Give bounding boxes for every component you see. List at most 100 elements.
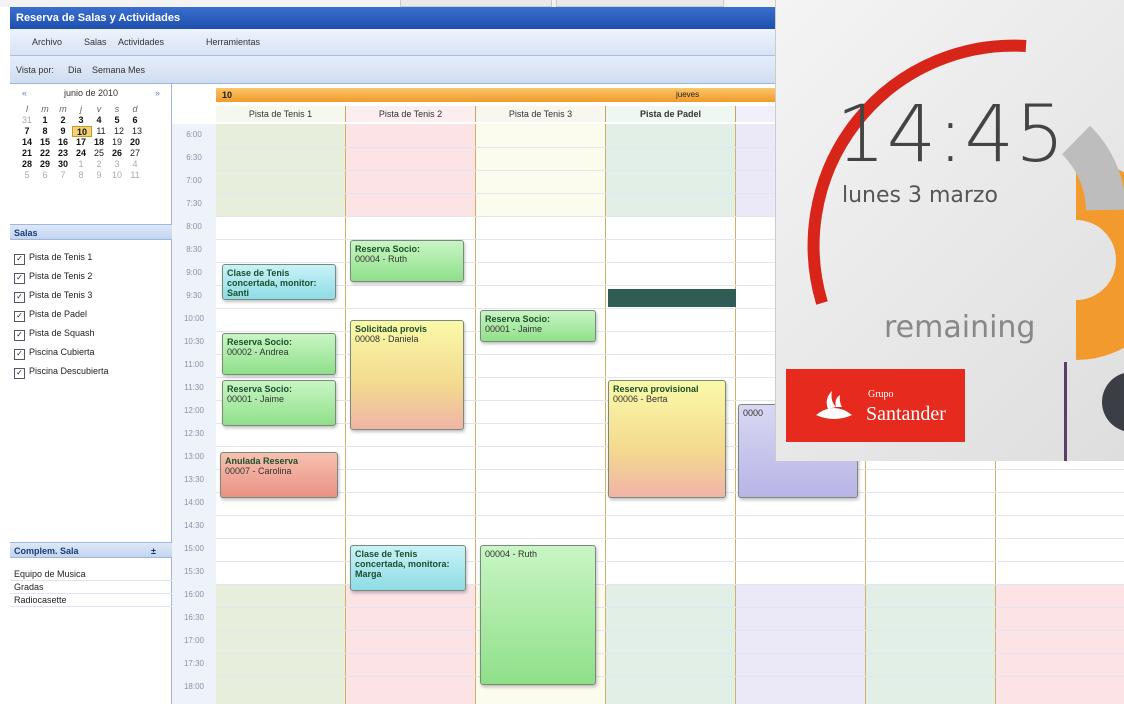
calendar-day[interactable]: 12 — [110, 126, 128, 137]
column-header-tenis2[interactable]: Pista de Tenis 2 — [346, 106, 476, 122]
sala-checkbox[interactable]: ✓ Pista de Padel — [14, 306, 87, 322]
appointment[interactable]: Reserva Socio: 00001 - Jaime — [222, 380, 336, 426]
appointment[interactable]: Anulada Reserva 00007 - Carolina — [220, 452, 338, 498]
calendar-day[interactable]: 9 — [54, 126, 72, 137]
calendar-day[interactable]: 26 — [108, 148, 126, 159]
calendar-day[interactable]: 27 — [126, 148, 144, 159]
checkmark-icon[interactable]: ✓ — [14, 292, 25, 303]
sala-checkbox[interactable]: ✓ Pista de Tenis 2 — [14, 268, 92, 284]
appointment[interactable]: Clase de Tenis concertada, monitor: Sant… — [222, 264, 336, 300]
checkmark-icon[interactable]: ✓ — [14, 349, 25, 360]
calendar-day[interactable]: 23 — [54, 148, 72, 159]
calendar-day[interactable]: 18 — [90, 137, 108, 148]
menu-archivo[interactable]: Archivo — [32, 37, 62, 47]
column-header-padel[interactable]: Pista de Padel — [606, 106, 736, 122]
sala-checkbox[interactable]: ✓ Piscina Cubierta — [14, 344, 95, 360]
calendar-day[interactable]: 29 — [36, 159, 54, 170]
checkmark-icon[interactable]: ✓ — [14, 330, 25, 341]
calendar-day-selected[interactable]: 10 — [72, 126, 92, 137]
calendar-day[interactable]: 5 — [108, 115, 126, 126]
calendar-day[interactable]: 3 — [72, 115, 90, 126]
complemento-item[interactable]: Equipo de Musica — [10, 568, 172, 581]
checkmark-icon[interactable]: ✓ — [14, 273, 25, 284]
calendar-day[interactable]: 4 — [126, 159, 144, 170]
view-day-button[interactable]: Dia — [68, 65, 82, 75]
checkmark-icon[interactable]: ✓ — [14, 368, 25, 379]
menu-herramientas[interactable]: Herramientas — [206, 37, 260, 47]
calendar-week: 31 1 2 3 4 5 6 — [18, 115, 168, 126]
collapse-toggle[interactable]: ± — [151, 543, 156, 559]
calendar-day[interactable]: 7 — [54, 170, 72, 181]
day-name: jueves — [676, 90, 700, 99]
calendar-day[interactable]: 21 — [18, 148, 36, 159]
calendar-day[interactable]: 4 — [90, 115, 108, 126]
calendar-day[interactable]: 25 — [90, 148, 108, 159]
top-button-2[interactable] — [556, 0, 724, 7]
sala-checkbox[interactable]: ✓ Pista de Squash — [14, 325, 95, 341]
calendar-day[interactable]: 22 — [36, 148, 54, 159]
calendar-day[interactable]: 5 — [18, 170, 36, 181]
calendar-day[interactable]: 11 — [126, 170, 144, 181]
calendar-day[interactable]: 31 — [18, 115, 36, 126]
top-button-1[interactable] — [400, 0, 552, 7]
view-month-button[interactable]: Mes — [128, 65, 145, 75]
calendar-month-label: junio de 2010 — [63, 88, 119, 98]
calendar-day[interactable]: 2 — [54, 115, 72, 126]
time-label: 16:00 — [183, 590, 205, 599]
calendar-next-button[interactable]: » — [155, 88, 160, 98]
calendar-day[interactable]: 8 — [36, 126, 54, 137]
calendar-day[interactable]: 19 — [108, 137, 126, 148]
sala-checkbox[interactable]: ✓ Pista de Tenis 3 — [14, 287, 92, 303]
complemento-item[interactable]: Gradas — [10, 581, 172, 594]
calendar-day[interactable]: 9 — [90, 170, 108, 181]
calendar-day[interactable]: 2 — [90, 159, 108, 170]
calendar-day[interactable]: 7 — [18, 126, 36, 137]
sala-checkbox[interactable]: ✓ Piscina Descubierta — [14, 363, 109, 379]
calendar-day[interactable]: 24 — [72, 148, 90, 159]
checkmark-icon[interactable]: ✓ — [14, 254, 25, 265]
calendar-day[interactable]: 11 — [92, 126, 110, 137]
sala-label: Pista de Squash — [29, 328, 95, 338]
time-label: 15:00 — [183, 544, 205, 553]
menu-actividades[interactable]: Actividades — [118, 37, 164, 47]
calendar-day[interactable]: 1 — [72, 159, 90, 170]
santander-logo: Grupo Santander — [786, 369, 965, 442]
appointment[interactable]: 00004 - Ruth — [480, 545, 596, 685]
left-panel: « junio de 2010 » l m m j v s d 31 1 2 3… — [10, 84, 172, 704]
calendar-day[interactable]: 16 — [54, 137, 72, 148]
reserved-block[interactable] — [608, 289, 736, 307]
calendar-day[interactable]: 14 — [18, 137, 36, 148]
calendar-day[interactable]: 30 — [54, 159, 72, 170]
calendar-day[interactable]: 6 — [126, 115, 144, 126]
calendar-day[interactable]: 8 — [72, 170, 90, 181]
time-label: 11:00 — [184, 360, 204, 369]
menu-salas[interactable]: Salas — [84, 37, 107, 47]
calendar-day[interactable]: 20 — [126, 137, 144, 148]
appointment[interactable]: Reserva Socio: 00004 - Ruth — [350, 240, 464, 282]
calendar-day[interactable]: 17 — [72, 137, 90, 148]
checkmark-icon[interactable]: ✓ — [14, 311, 25, 322]
appointment[interactable]: Reserva provisional 00006 - Berta — [608, 380, 726, 498]
appointment[interactable]: Reserva Socio: 00002 - Andrea — [222, 333, 336, 375]
column-header-tenis3[interactable]: Pista de Tenis 3 — [476, 106, 606, 122]
calendar-day[interactable]: 15 — [36, 137, 54, 148]
view-week-button[interactable]: Semana — [92, 65, 126, 75]
bank-group-label: Grupo — [868, 389, 894, 400]
calendar-day[interactable]: 1 — [36, 115, 54, 126]
sala-checkbox[interactable]: ✓ Pista de Tenis 1 — [14, 249, 92, 265]
complemento-item[interactable]: Radiocasette — [10, 594, 172, 607]
time-label: 17:00 — [183, 636, 205, 645]
appointment[interactable]: Solicitada provis 00008 - Daniela — [350, 320, 464, 430]
calendar-prev-button[interactable]: « — [22, 88, 27, 98]
time-label: 12:30 — [183, 429, 205, 438]
column-header-tenis1[interactable]: Pista de Tenis 1 — [216, 106, 346, 122]
calendar-day[interactable]: 28 — [18, 159, 36, 170]
app-window: Reserva de Salas y Actividades Archivo S… — [0, 0, 1124, 704]
calendar-day[interactable]: 3 — [108, 159, 126, 170]
appointment[interactable]: Clase de Tenis concertada, monitora: Mar… — [350, 545, 466, 591]
calendar-day[interactable]: 6 — [36, 170, 54, 181]
calendar-day[interactable]: 10 — [108, 170, 126, 181]
calendar-day[interactable]: 13 — [128, 126, 146, 137]
appointment[interactable]: Reserva Socio: 00001 - Jaime — [480, 310, 596, 342]
row-line — [216, 630, 1124, 631]
